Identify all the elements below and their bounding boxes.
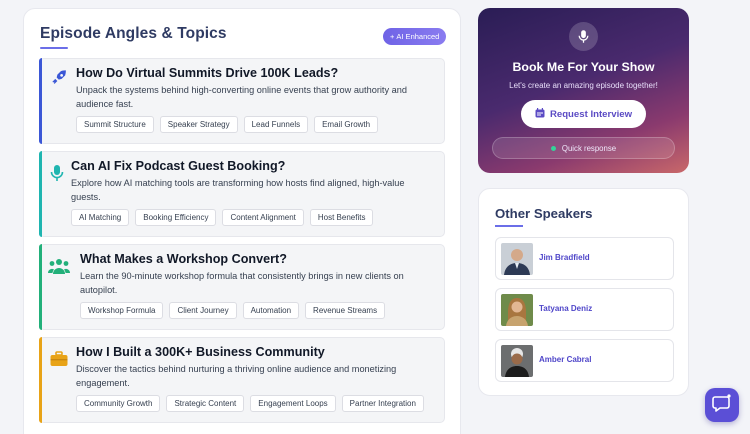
topic-accent-bar <box>39 337 42 423</box>
booking-title: Book Me For Your Show <box>512 60 655 74</box>
topic-title: How I Built a 300K+ Business Community <box>76 345 325 359</box>
topic-tag[interactable]: Speaker Strategy <box>159 116 238 133</box>
topic-tag[interactable]: Email Growth <box>314 116 379 133</box>
ai-enhanced-badge: + AI Enhanced <box>383 28 447 45</box>
microphone-icon <box>569 22 598 51</box>
speaker-item[interactable]: Jim Bradfield <box>495 237 674 280</box>
topic-tag[interactable]: AI Matching <box>71 209 130 226</box>
booking-card: Book Me For Your Show Let's create an am… <box>478 8 689 173</box>
quick-response-status: Quick response <box>492 137 675 159</box>
topic-title: What Makes a Workshop Convert? <box>80 252 287 266</box>
speaker-name: Jim Bradfield <box>539 253 590 262</box>
microphone-icon <box>48 164 66 182</box>
calendar-icon <box>535 107 545 121</box>
speaker-item[interactable]: Tatyana Deniz <box>495 288 674 331</box>
speaker-item[interactable]: Amber Cabral <box>495 339 674 382</box>
topic-accent-bar <box>39 58 42 144</box>
booking-subtitle: Let's create an amazing episode together… <box>509 81 658 90</box>
topic-tag[interactable]: Workshop Formula <box>80 302 164 319</box>
avatar <box>501 294 533 326</box>
topic-tag[interactable]: Client Journey <box>169 302 237 319</box>
speaker-name: Tatyana Deniz <box>539 304 593 313</box>
topic-accent-bar <box>39 244 42 330</box>
title-underline <box>40 47 68 49</box>
topic-tag[interactable]: Partner Integration <box>341 395 424 412</box>
topic-tag[interactable]: Engagement Loops <box>250 395 336 412</box>
speakers-title: Other Speakers <box>495 206 593 221</box>
topic-tag[interactable]: Content Alignment <box>222 209 304 226</box>
episode-topics-card: Episode Angles & Topics + AI Enhanced Ho… <box>23 8 461 434</box>
ai-enhanced-label: AI Enhanced <box>396 32 440 41</box>
topic-tag[interactable]: Community Growth <box>76 395 161 412</box>
request-interview-label: Request Interview <box>549 108 633 120</box>
request-interview-button[interactable]: Request Interview <box>521 100 646 128</box>
avatar <box>501 345 533 377</box>
topic-title: How Do Virtual Summits Drive 100K Leads? <box>76 66 339 80</box>
topic-tag[interactable]: Booking Efficiency <box>135 209 217 226</box>
chat-support-button[interactable] <box>705 388 739 422</box>
topic-card[interactable]: How I Built a 300K+ Business Community D… <box>39 337 445 423</box>
status-dot <box>550 145 556 151</box>
briefcase-icon <box>50 350 68 368</box>
topic-tag[interactable]: Automation <box>242 302 300 319</box>
sparkle-icon: + <box>390 32 395 41</box>
topic-card[interactable]: What Makes a Workshop Convert? Learn the… <box>39 244 445 330</box>
topic-tag[interactable]: Lead Funnels <box>243 116 309 133</box>
topic-tag[interactable]: Summit Structure <box>76 116 154 133</box>
topic-tag[interactable]: Strategic Content <box>166 395 245 412</box>
users-icon <box>48 257 70 275</box>
topic-tag[interactable]: Host Benefits <box>309 209 374 226</box>
chat-support-icon <box>712 393 732 418</box>
title-underline <box>495 225 523 227</box>
other-speakers-card: Other Speakers Jim Bradfield Tatyana Den… <box>478 188 689 396</box>
topic-accent-bar <box>39 151 42 237</box>
topic-description: Learn the 90-minute workshop formula tha… <box>80 271 404 295</box>
speaker-name: Amber Cabral <box>539 355 592 364</box>
topic-description: Discover the tactics behind nurturing a … <box>76 364 397 388</box>
quick-response-label: Quick response <box>561 143 617 153</box>
topic-description: Explore how AI matching tools are transf… <box>71 178 405 202</box>
section-title: Episode Angles & Topics <box>40 25 227 42</box>
avatar <box>501 243 533 275</box>
rocket-icon <box>50 68 68 86</box>
topic-tag[interactable]: Revenue Streams <box>305 302 386 319</box>
topic-card[interactable]: How Do Virtual Summits Drive 100K Leads?… <box>39 58 445 144</box>
topic-description: Unpack the systems behind high-convertin… <box>76 85 407 109</box>
topic-title: Can AI Fix Podcast Guest Booking? <box>71 159 286 173</box>
topic-card[interactable]: Can AI Fix Podcast Guest Booking? Explor… <box>39 151 445 237</box>
